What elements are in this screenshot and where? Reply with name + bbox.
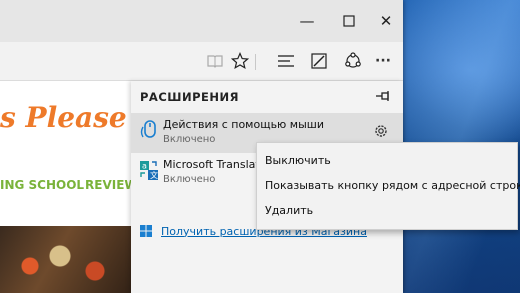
extension-name: Действия с помощью мыши xyxy=(163,118,325,131)
close-button[interactable]: ✕ xyxy=(371,10,401,32)
extension-status: Включено xyxy=(163,174,216,185)
favorite-star-icon xyxy=(231,52,249,70)
panel-title: РАСШИРЕНИЯ xyxy=(140,90,239,104)
reading-view-icon xyxy=(207,55,223,68)
toolbar-separator xyxy=(255,54,256,70)
site-nav-cooking-school[interactable]: ING SCHOOL xyxy=(0,178,84,192)
pin-panel-button[interactable] xyxy=(374,87,392,105)
mouse-gestures-icon xyxy=(140,120,156,138)
svg-text:文: 文 xyxy=(150,170,158,180)
web-note-icon xyxy=(311,53,327,69)
more-button[interactable]: ··· xyxy=(373,51,393,71)
share-icon xyxy=(345,52,361,68)
extension-status: Включено xyxy=(163,134,216,145)
gear-icon[interactable] xyxy=(373,123,389,139)
food-photo xyxy=(0,226,140,293)
minimize-icon: — xyxy=(299,12,315,30)
web-note-button[interactable] xyxy=(309,51,329,71)
close-icon: ✕ xyxy=(379,12,393,30)
menu-item-remove[interactable]: Удалить xyxy=(265,204,313,217)
reading-view-button[interactable] xyxy=(205,51,225,71)
menu-item-disable[interactable]: Выключить xyxy=(265,154,331,167)
minimize-button[interactable]: — xyxy=(292,10,322,32)
extension-context-menu: Выключить Показывать кнопку рядом с адре… xyxy=(256,142,520,230)
browser-toolbar: ··· xyxy=(0,42,403,81)
windows-store-icon xyxy=(140,225,152,237)
menu-item-show-button[interactable]: Показывать кнопку рядом с адресной строк… xyxy=(265,179,520,192)
more-icon: ··· xyxy=(375,53,391,69)
extension-name: Microsoft Translator xyxy=(163,158,271,171)
site-logo: s Please xyxy=(0,101,127,134)
share-button[interactable] xyxy=(343,51,363,71)
hub-icon xyxy=(278,55,294,67)
favorite-button[interactable] xyxy=(230,51,250,71)
translator-icon: a 文 xyxy=(140,161,158,180)
maximize-button[interactable] xyxy=(334,10,364,32)
pin-icon xyxy=(376,91,389,101)
maximize-icon xyxy=(343,15,355,27)
title-bar: — ✕ xyxy=(0,0,403,42)
hub-button[interactable] xyxy=(276,51,296,71)
svg-text:a: a xyxy=(142,162,147,171)
